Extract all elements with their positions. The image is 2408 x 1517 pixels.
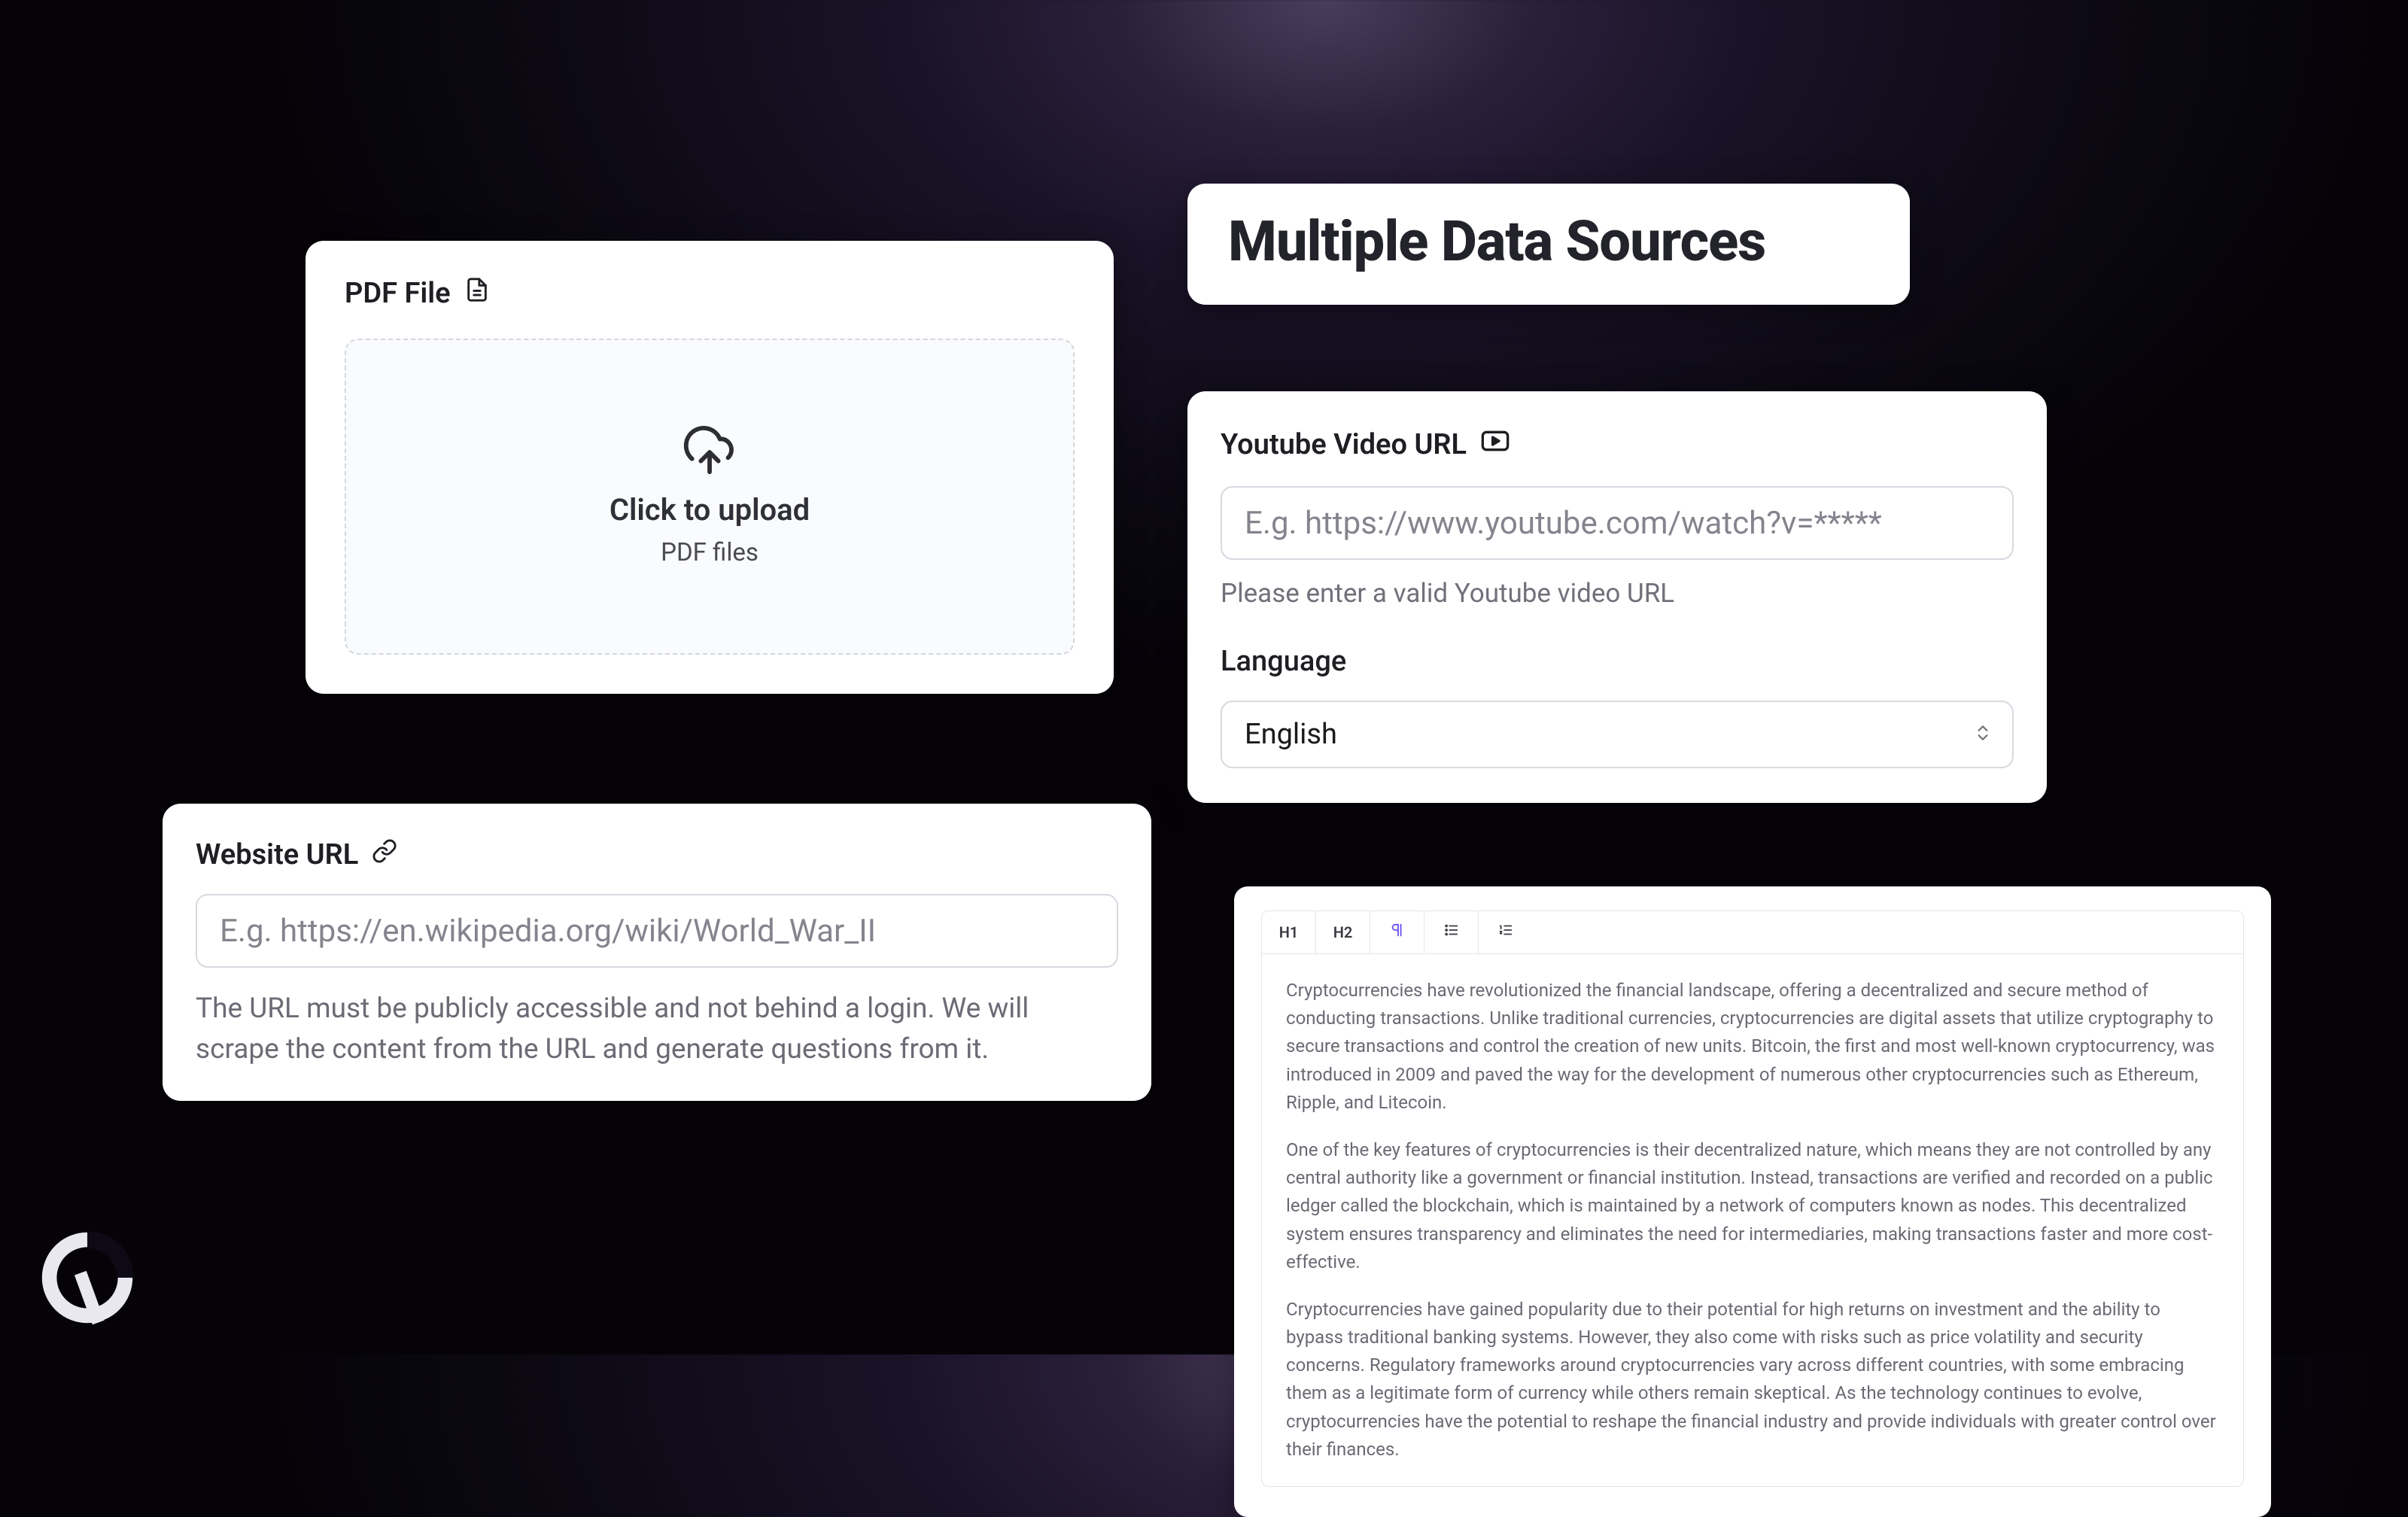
youtube-helper-text: Please enter a valid Youtube video URL bbox=[1221, 578, 2014, 609]
chevron-updown-icon bbox=[1973, 723, 1993, 746]
toolbar-paragraph-button[interactable] bbox=[1370, 911, 1424, 953]
list-ordered-icon bbox=[1497, 922, 1514, 943]
editor-body[interactable]: Cryptocurrencies have revolutionized the… bbox=[1262, 954, 2243, 1486]
pilcrow-icon bbox=[1389, 922, 1406, 943]
dropzone-title: Click to upload bbox=[610, 492, 810, 527]
toolbar-bullet-list-button[interactable] bbox=[1424, 911, 1479, 953]
editor-paragraph: Cryptocurrencies have revolutionized the… bbox=[1286, 977, 2219, 1117]
dropzone-subtitle: PDF files bbox=[661, 538, 759, 567]
pdf-dropzone[interactable]: Click to upload PDF files bbox=[345, 339, 1075, 655]
link-icon bbox=[372, 838, 397, 871]
editor-paragraph: One of the key features of cryptocurrenc… bbox=[1286, 1136, 2219, 1276]
website-label: Website URL bbox=[196, 838, 358, 871]
language-value: English bbox=[1245, 718, 1337, 751]
youtube-card: Youtube Video URL Please enter a valid Y… bbox=[1187, 391, 2047, 803]
pdf-card: PDF File Click to upload PDF files bbox=[306, 241, 1114, 694]
text-editor-card: H1 H2 Cryptocurrencies hav bbox=[1234, 886, 2271, 1517]
language-select[interactable]: English bbox=[1221, 701, 2014, 768]
pdf-label-row: PDF File bbox=[345, 277, 1075, 310]
language-select-wrap: English bbox=[1221, 701, 2014, 768]
page-title: Multiple Data Sources bbox=[1228, 209, 1869, 275]
title-card: Multiple Data Sources bbox=[1187, 184, 1910, 305]
upload-cloud-icon bbox=[683, 426, 736, 482]
h2-label: H2 bbox=[1333, 923, 1353, 941]
website-helper-text: The URL must be publicly accessible and … bbox=[196, 989, 1118, 1069]
editor-paragraph: Cryptocurrencies have gained popularity … bbox=[1286, 1296, 2219, 1464]
editor-toolbar: H1 H2 bbox=[1262, 911, 2243, 954]
website-card: Website URL The URL must be publicly acc… bbox=[163, 804, 1151, 1101]
pdf-label: PDF File bbox=[345, 277, 451, 310]
youtube-url-input[interactable] bbox=[1221, 486, 2014, 560]
youtube-label: Youtube Video URL bbox=[1221, 428, 1467, 461]
toolbar-h2-button[interactable]: H2 bbox=[1316, 911, 1370, 953]
h1-label: H1 bbox=[1279, 923, 1299, 941]
language-label: Language bbox=[1221, 645, 2014, 678]
toolbar-h1-button[interactable]: H1 bbox=[1262, 911, 1316, 953]
list-bullet-icon bbox=[1443, 922, 1460, 943]
website-url-input[interactable] bbox=[196, 894, 1118, 968]
youtube-label-row: Youtube Video URL bbox=[1221, 426, 2014, 464]
app-logo bbox=[35, 1225, 140, 1330]
file-text-icon bbox=[464, 277, 490, 310]
website-label-row: Website URL bbox=[196, 838, 1118, 871]
youtube-icon bbox=[1480, 426, 1510, 464]
editor-frame: H1 H2 Cryptocurrencies hav bbox=[1261, 911, 2244, 1487]
toolbar-ordered-list-button[interactable] bbox=[1479, 911, 1533, 953]
